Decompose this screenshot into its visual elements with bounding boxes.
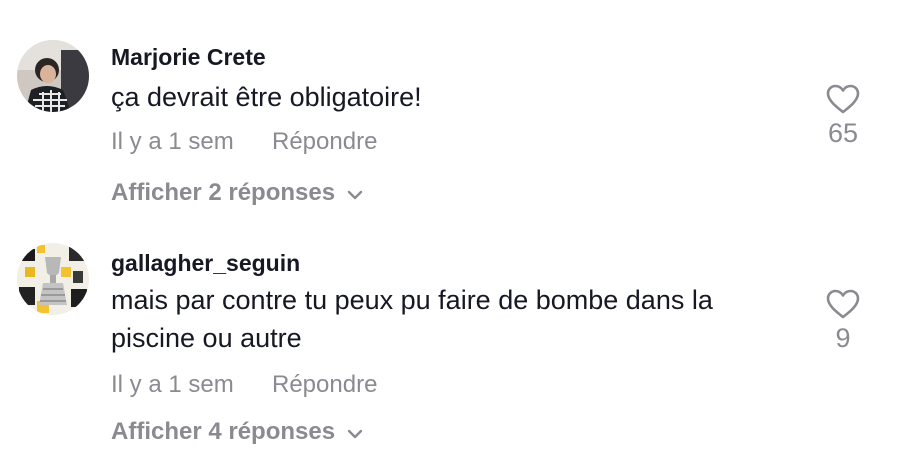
comment-username[interactable]: Marjorie Crete [111,44,266,71]
view-replies-label: Afficher 4 réponses [111,418,336,445]
like-button[interactable]: 65 [813,84,873,149]
view-replies-label: Afficher 2 réponses [111,179,336,206]
avatar[interactable] [17,243,89,315]
comment-timestamp: Il y a 1 sem [111,371,234,398]
like-count: 9 [835,323,851,353]
chevron-down-icon [347,179,363,207]
reply-button[interactable]: Répondre [272,371,377,399]
view-replies-button[interactable]: Afficher 2 réponses [111,179,363,207]
like-button[interactable]: 9 [813,289,873,354]
comment-text: ça devrait être obligatoire! [111,82,422,112]
heart-outline-icon [813,289,873,319]
comment-timestamp: Il y a 1 sem [111,128,234,155]
heart-outline-icon [813,84,873,114]
like-count: 65 [827,118,859,148]
chevron-down-icon [347,418,363,446]
comment-text: mais par contre tu peux pu faire de bomb… [111,285,713,353]
reply-button[interactable]: Répondre [272,128,377,156]
comment-username[interactable]: gallagher_seguin [111,250,300,277]
avatar[interactable] [17,40,89,112]
view-replies-button[interactable]: Afficher 4 réponses [111,418,363,446]
